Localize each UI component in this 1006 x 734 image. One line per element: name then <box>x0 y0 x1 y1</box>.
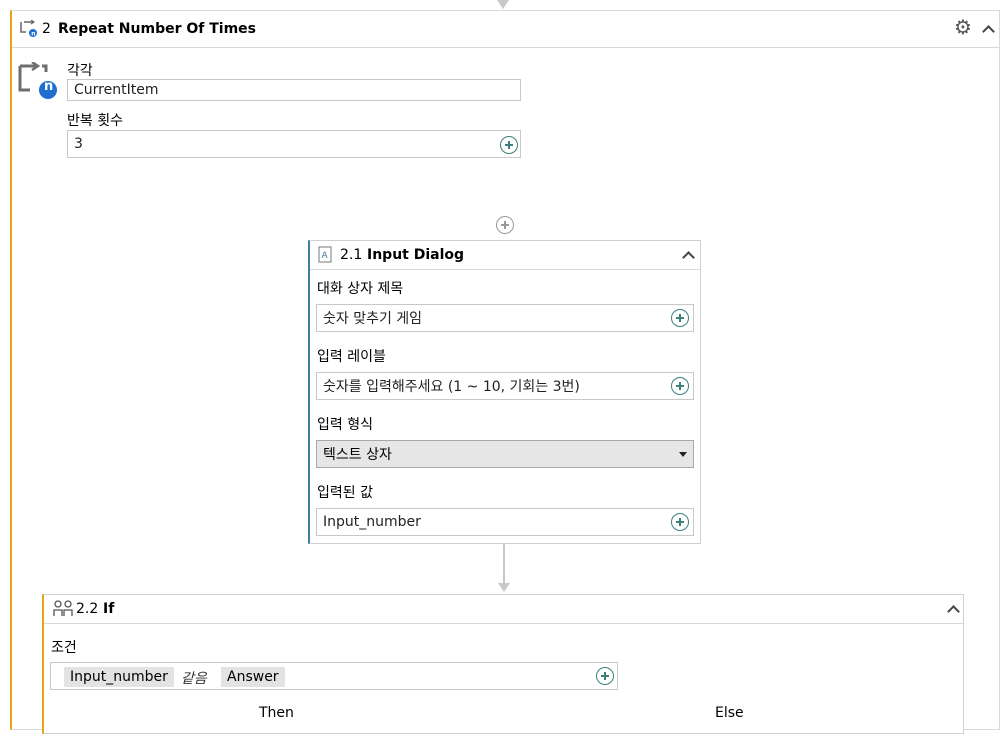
dialog-to-if-connector <box>503 544 505 584</box>
chevron-up-icon[interactable] <box>982 25 995 38</box>
count-value: 3 <box>74 136 83 152</box>
add-activity-icon[interactable] <box>496 216 514 234</box>
input-dialog-title: Input Dialog <box>367 247 465 263</box>
condition-left-chip[interactable]: Input_number <box>64 667 174 687</box>
top-connector-arrow <box>497 0 509 9</box>
condition-label: 조건 <box>51 640 77 656</box>
result-value: Input_number <box>323 514 421 530</box>
result-add-icon[interactable] <box>671 513 689 531</box>
each-label: 각각 <box>67 63 93 79</box>
repeat-header[interactable]: n 2 Repeat Number Of Times ⚙ <box>12 11 999 48</box>
repeat-loop-large-icon: n <box>16 60 58 100</box>
dialog-title-add-icon[interactable] <box>671 309 689 327</box>
each-field[interactable]: CurrentItem <box>67 79 521 101</box>
condition-add-icon[interactable] <box>596 667 614 685</box>
count-add-icon[interactable] <box>500 136 518 154</box>
svg-text:A: A <box>322 251 329 261</box>
if-title: If <box>103 601 115 617</box>
if-step-number: 2.2 <box>76 601 99 617</box>
input-label-add-icon[interactable] <box>671 377 689 395</box>
gear-icon[interactable]: ⚙ <box>954 15 972 39</box>
input-type-select[interactable]: 텍스트 상자 <box>316 440 694 468</box>
repeat-title: Repeat Number Of Times <box>58 21 257 37</box>
input-label-label: 입력 레이블 <box>317 349 386 365</box>
if-condition-icon <box>52 599 74 619</box>
if-header[interactable]: 2.2 If <box>44 595 963 624</box>
repeat-step-number: 2 <box>42 21 51 37</box>
each-value: CurrentItem <box>74 82 159 98</box>
condition-right-chip[interactable]: Answer <box>221 667 285 687</box>
condition-operator[interactable]: 같음 <box>181 668 207 688</box>
input-label-value: 숫자를 입력해주세요 (1 ~ 10, 기회는 3번) <box>323 379 580 395</box>
chevron-up-icon[interactable] <box>682 251 695 264</box>
input-label-field[interactable]: 숫자를 입력해주세요 (1 ~ 10, 기회는 3번) <box>316 372 694 400</box>
chevron-up-icon[interactable] <box>947 605 960 618</box>
dialog-title-field[interactable]: 숫자 맞추기 게임 <box>316 304 694 332</box>
dialog-title-label: 대화 상자 제목 <box>317 281 404 297</box>
if-activity[interactable]: 2.2 If 조건 Input_number 같음 Answer Then El… <box>42 594 964 734</box>
dialog-title-value: 숫자 맞추기 게임 <box>323 311 423 327</box>
count-field[interactable]: 3 <box>67 130 521 158</box>
input-dialog-activity[interactable]: A 2.1 Input Dialog 대화 상자 제목 숫자 맞추기 게임 입력… <box>308 240 701 544</box>
result-field[interactable]: Input_number <box>316 508 694 536</box>
count-label: 반복 횟수 <box>67 113 123 129</box>
caret-down-icon[interactable] <box>679 452 687 457</box>
dialog-to-if-arrow <box>498 583 510 592</box>
input-dialog-step-number: 2.1 <box>340 247 363 263</box>
input-type-label: 입력 형식 <box>317 417 373 433</box>
repeat-loop-icon: n <box>19 19 39 38</box>
result-label: 입력된 값 <box>317 485 373 501</box>
svg-text:n: n <box>31 31 35 38</box>
input-dialog-icon: A <box>318 246 332 263</box>
repeat-badge-letter: n <box>44 79 54 94</box>
input-dialog-header[interactable]: A 2.1 Input Dialog <box>310 241 700 270</box>
input-type-value: 텍스트 상자 <box>323 447 392 463</box>
